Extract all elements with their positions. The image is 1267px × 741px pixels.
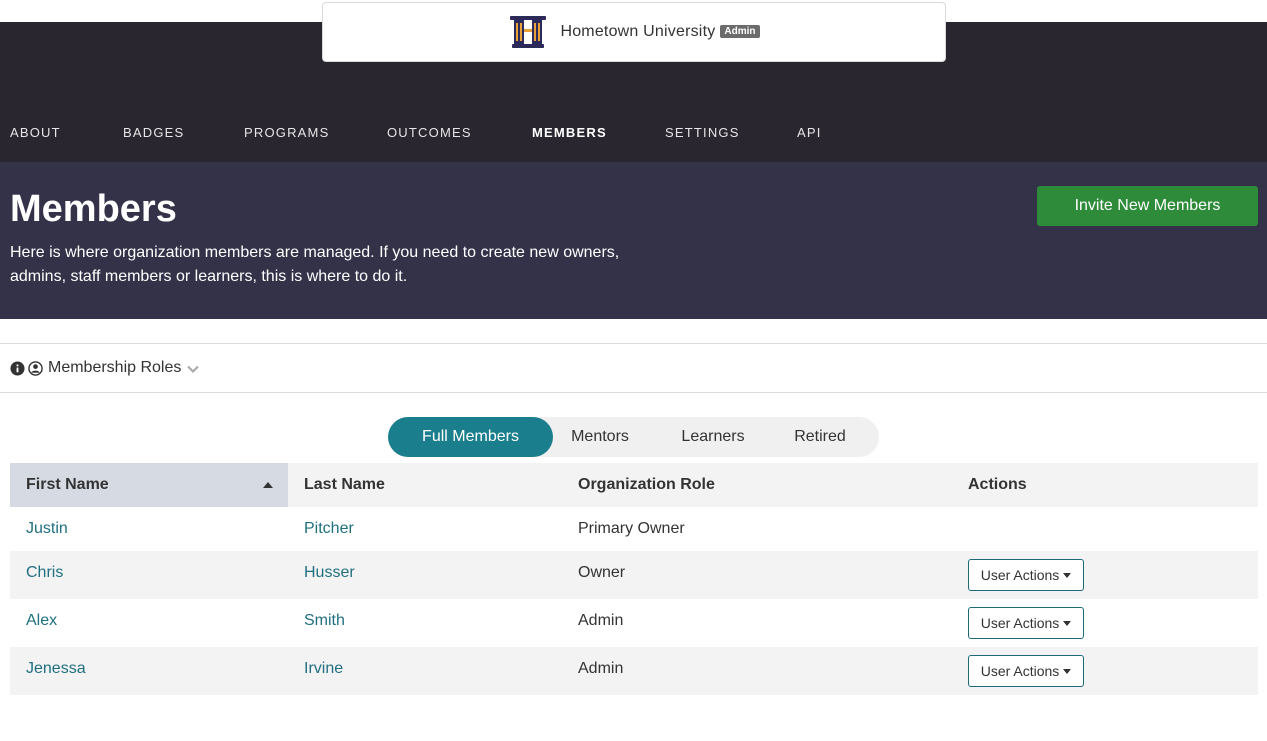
header-first-name[interactable]: First Name — [10, 463, 288, 507]
tab-retired[interactable]: Retired — [780, 417, 860, 457]
user-actions-label: User Actions — [980, 615, 1060, 631]
organization-role: Admin — [578, 660, 624, 677]
user-actions-label: User Actions — [980, 567, 1060, 583]
header-first-name-label: First Name — [26, 476, 109, 493]
member-tabs: Full Members Mentors Learners Retired — [388, 417, 879, 457]
table-row: Justin Pitcher Primary Owner — [10, 507, 1258, 551]
first-name-link[interactable]: Alex — [26, 612, 57, 630]
nav-item-api[interactable]: API — [797, 125, 822, 140]
membership-roles-label: Membership Roles — [48, 359, 182, 376]
last-name-link[interactable]: Pitcher — [304, 520, 354, 538]
table-row: Chris Husser Owner User Actions — [10, 551, 1258, 599]
organization-role: Admin — [578, 612, 624, 629]
header-organization-role[interactable]: Organization Role — [578, 463, 715, 507]
first-name-link[interactable]: Justin — [26, 520, 68, 538]
header-last-name[interactable]: Last Name — [304, 463, 385, 507]
main-nav: ABOUT BADGES PROGRAMS OUTCOMES MEMBERS S… — [10, 84, 1258, 164]
tab-mentors[interactable]: Mentors — [556, 417, 644, 457]
nav-item-settings[interactable]: SETTINGS — [665, 125, 740, 140]
page-description: Here is where organization members are m… — [10, 244, 620, 285]
nav-item-about[interactable]: ABOUT — [10, 125, 61, 140]
user-actions-label: User Actions — [980, 663, 1060, 679]
page: ABOUT BADGES PROGRAMS OUTCOMES MEMBERS S… — [0, 0, 1267, 741]
table-row: Alex Smith Admin User Actions — [10, 599, 1258, 647]
user-actions-button[interactable]: User Actions — [968, 607, 1084, 639]
user-circle-icon — [28, 360, 43, 376]
nav-item-badges[interactable]: BADGES — [123, 125, 184, 140]
caret-down-icon — [1063, 668, 1072, 674]
first-name-link[interactable]: Jenessa — [26, 660, 86, 678]
nav-item-programs[interactable]: PROGRAMS — [244, 125, 329, 140]
user-actions-button[interactable]: User Actions — [968, 559, 1084, 591]
membership-roles-toggle[interactable]: Membership Roles — [0, 343, 1267, 393]
first-name-link[interactable]: Chris — [26, 564, 63, 582]
page-title: Members — [10, 188, 177, 230]
org-card: Hometown University Admin — [322, 2, 946, 62]
organization-role: Primary Owner — [578, 520, 685, 537]
sort-ascending-icon — [263, 482, 273, 488]
caret-down-icon — [1063, 620, 1072, 626]
members-table: First Name Last Name Organization Role A… — [10, 463, 1258, 695]
hero-section: Members Here is where organization membe… — [0, 162, 1267, 319]
tab-learners[interactable]: Learners — [668, 417, 758, 457]
org-name: Hometown University — [560, 23, 716, 40]
nav-item-members[interactable]: MEMBERS — [532, 125, 607, 140]
nav-item-outcomes[interactable]: OUTCOMES — [387, 125, 472, 140]
user-actions-button[interactable]: User Actions — [968, 655, 1084, 687]
chevron-down-icon — [187, 365, 200, 374]
info-icon — [10, 360, 25, 376]
caret-down-icon — [1063, 572, 1072, 578]
header-actions: Actions — [968, 476, 1027, 493]
organization-role: Owner — [578, 564, 626, 581]
pillars-logo-icon — [510, 16, 547, 48]
table-header-row: First Name Last Name Organization Role A… — [10, 463, 1258, 507]
last-name-link[interactable]: Husser — [304, 564, 355, 582]
last-name-link[interactable]: Irvine — [304, 660, 343, 678]
table-row: Jenessa Irvine Admin User Actions — [10, 647, 1258, 695]
admin-badge: Admin — [720, 24, 760, 38]
invite-new-members-button[interactable]: Invite New Members — [1037, 186, 1258, 226]
last-name-link[interactable]: Smith — [304, 612, 345, 630]
tab-full-members[interactable]: Full Members — [388, 417, 553, 457]
